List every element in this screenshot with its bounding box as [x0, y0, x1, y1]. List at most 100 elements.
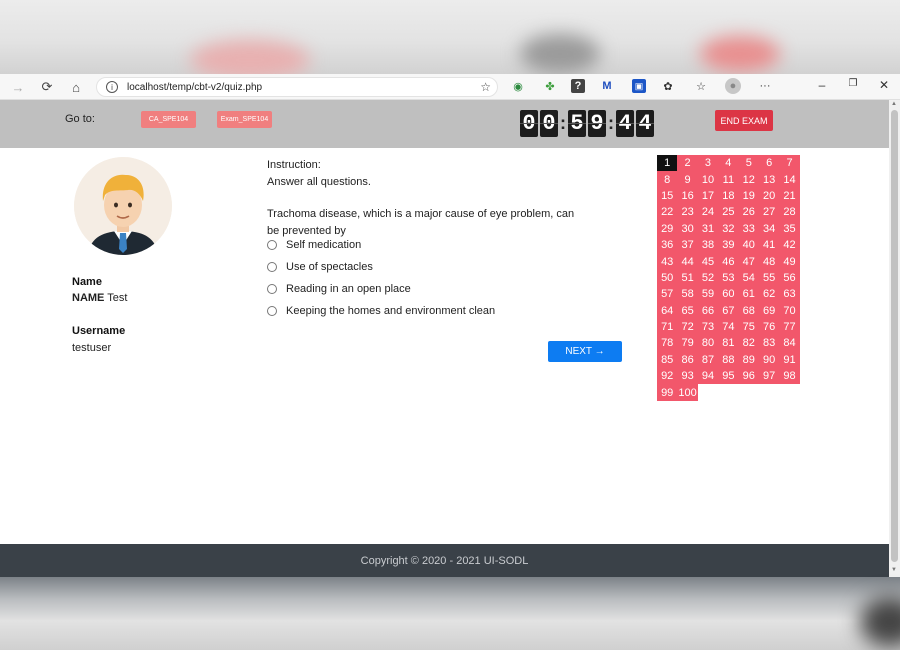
question-number-93[interactable]: 93	[677, 368, 698, 385]
question-number-74[interactable]: 74	[718, 318, 739, 336]
question-number-14[interactable]: 14	[779, 171, 800, 188]
question-number-79[interactable]: 79	[677, 335, 698, 352]
answer-option[interactable]: Keeping the homes and environment clean	[267, 305, 495, 317]
question-number-36[interactable]: 36	[657, 236, 678, 254]
question-number-60[interactable]: 60	[718, 286, 739, 303]
extension-puzzle-icon[interactable]: ✤	[543, 79, 557, 93]
restore-icon[interactable]: ❐	[845, 78, 861, 89]
question-number-12[interactable]: 12	[738, 171, 759, 188]
question-number-73[interactable]: 73	[697, 318, 719, 336]
question-number-25[interactable]: 25	[718, 204, 739, 221]
end-exam-button[interactable]: END EXAM	[715, 110, 773, 131]
question-number-26[interactable]: 26	[738, 204, 759, 221]
question-number-54[interactable]: 54	[738, 269, 759, 287]
home-icon[interactable]: ⌂	[68, 79, 84, 95]
question-number-56[interactable]: 56	[779, 269, 800, 287]
question-number-45[interactable]: 45	[697, 253, 719, 270]
question-number-10[interactable]: 10	[697, 171, 719, 188]
question-number-33[interactable]: 33	[738, 220, 759, 237]
question-number-37[interactable]: 37	[677, 236, 698, 254]
question-number-95[interactable]: 95	[718, 368, 739, 385]
question-number-65[interactable]: 65	[677, 302, 698, 319]
question-number-53[interactable]: 53	[718, 269, 739, 287]
more-menu-icon[interactable]: ···	[758, 79, 772, 93]
goto-exam-button[interactable]: Exam_SPE104	[217, 111, 272, 128]
question-number-42[interactable]: 42	[779, 236, 800, 254]
question-number-27[interactable]: 27	[758, 204, 780, 221]
question-number-57[interactable]: 57	[657, 286, 678, 303]
question-number-47[interactable]: 47	[738, 253, 759, 270]
scroll-up-icon[interactable]: ▲	[891, 101, 897, 107]
back-arrow-icon[interactable]: →	[10, 79, 26, 95]
radio-button[interactable]	[267, 240, 277, 250]
question-number-58[interactable]: 58	[677, 286, 698, 303]
question-number-83[interactable]: 83	[758, 335, 780, 352]
question-number-44[interactable]: 44	[677, 253, 698, 270]
question-number-43[interactable]: 43	[657, 253, 678, 270]
question-number-50[interactable]: 50	[657, 269, 678, 287]
question-number-40[interactable]: 40	[738, 236, 759, 254]
question-number-20[interactable]: 20	[758, 187, 780, 205]
question-number-34[interactable]: 34	[758, 220, 780, 237]
favorite-star-icon[interactable]: ☆	[480, 80, 491, 94]
question-number-4[interactable]: 4	[718, 155, 739, 172]
question-number-11[interactable]: 11	[718, 171, 739, 188]
goto-ca-button[interactable]: CA_SPE104	[141, 111, 196, 128]
page-scrollbar[interactable]: ▲ ▼	[889, 100, 900, 577]
close-icon[interactable]: ✕	[876, 78, 892, 92]
info-icon[interactable]: i	[106, 81, 118, 93]
question-number-9[interactable]: 9	[677, 171, 698, 188]
question-number-80[interactable]: 80	[697, 335, 719, 352]
profile-avatar-icon[interactable]: ●	[725, 78, 741, 94]
question-number-49[interactable]: 49	[779, 253, 800, 270]
question-number-18[interactable]: 18	[718, 187, 739, 205]
question-number-5[interactable]: 5	[738, 155, 759, 172]
scroll-down-icon[interactable]: ▼	[891, 567, 897, 573]
question-number-41[interactable]: 41	[758, 236, 780, 254]
question-number-21[interactable]: 21	[779, 187, 800, 205]
answer-option[interactable]: Self medication	[267, 239, 361, 251]
question-number-22[interactable]: 22	[657, 204, 678, 221]
favorites-icon[interactable]: ☆	[694, 79, 708, 93]
question-number-16[interactable]: 16	[677, 187, 698, 205]
question-number-17[interactable]: 17	[697, 187, 719, 205]
question-number-1[interactable]: 1	[657, 155, 678, 172]
question-number-15[interactable]: 15	[657, 187, 678, 205]
question-number-90[interactable]: 90	[758, 351, 780, 369]
question-number-78[interactable]: 78	[657, 335, 678, 352]
question-number-91[interactable]: 91	[779, 351, 800, 369]
question-number-61[interactable]: 61	[738, 286, 759, 303]
question-number-86[interactable]: 86	[677, 351, 698, 369]
question-number-59[interactable]: 59	[697, 286, 719, 303]
question-number-88[interactable]: 88	[718, 351, 739, 369]
question-number-100[interactable]: 100	[677, 384, 698, 401]
radio-button[interactable]	[267, 262, 277, 272]
question-number-13[interactable]: 13	[758, 171, 780, 188]
extension-globe-icon[interactable]: ◉	[511, 79, 525, 93]
question-number-62[interactable]: 62	[758, 286, 780, 303]
question-number-23[interactable]: 23	[677, 204, 698, 221]
question-number-96[interactable]: 96	[738, 368, 759, 385]
question-number-70[interactable]: 70	[779, 302, 800, 319]
question-number-69[interactable]: 69	[758, 302, 780, 319]
question-number-82[interactable]: 82	[738, 335, 759, 352]
question-number-66[interactable]: 66	[697, 302, 719, 319]
question-number-24[interactable]: 24	[697, 204, 719, 221]
question-number-75[interactable]: 75	[738, 318, 759, 336]
question-number-97[interactable]: 97	[758, 368, 780, 385]
radio-button[interactable]	[267, 284, 277, 294]
minimize-icon[interactable]: –	[814, 78, 830, 92]
question-number-89[interactable]: 89	[738, 351, 759, 369]
reload-icon[interactable]: ⟳	[39, 79, 55, 95]
extension-help-icon[interactable]: ?	[571, 79, 585, 93]
question-number-29[interactable]: 29	[657, 220, 678, 237]
question-number-8[interactable]: 8	[657, 171, 678, 188]
question-number-55[interactable]: 55	[758, 269, 780, 287]
question-number-46[interactable]: 46	[718, 253, 739, 270]
question-number-31[interactable]: 31	[697, 220, 719, 237]
question-number-94[interactable]: 94	[697, 368, 719, 385]
radio-button[interactable]	[267, 306, 277, 316]
question-number-2[interactable]: 2	[677, 155, 698, 172]
question-number-39[interactable]: 39	[718, 236, 739, 254]
question-number-64[interactable]: 64	[657, 302, 678, 319]
